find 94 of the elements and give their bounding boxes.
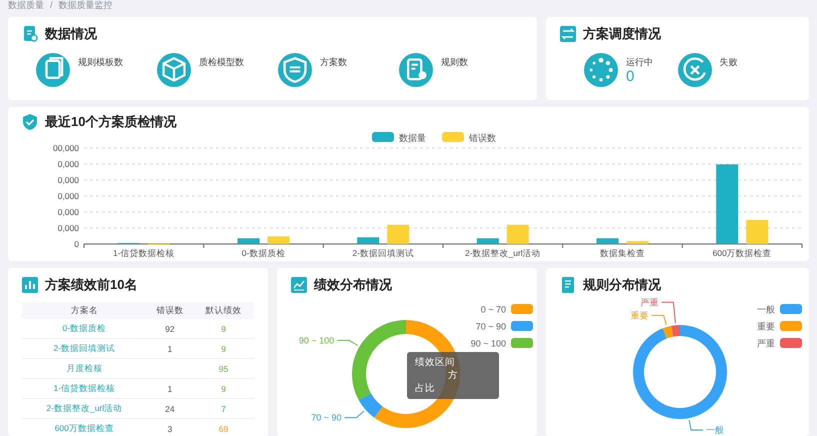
legend-swatch[interactable] [372,132,394,142]
card-title: 最近10个方案质检情况 [45,113,176,131]
y-axis-label: 0,000 [58,175,79,185]
table-cell: 3 [167,424,172,434]
slice-label: 70 ~ 90 [311,412,342,423]
bar-chart-icon [22,277,38,293]
shield-check-icon [22,114,38,130]
legend-label[interactable]: 0 ~ 70 [480,304,506,314]
line-chart-icon [291,277,307,293]
tooltip-text: 占比 [415,382,435,395]
x-axis-label: 2-数据回填测试 [352,248,414,258]
table-cell: 1 [167,344,172,354]
score-value: 9 [221,384,226,394]
x-axis-label: 1-信贷数据检核 [113,248,175,258]
table-cell: 24 [165,404,175,414]
legend-label[interactable]: 重要 [757,322,775,332]
card-title: 数据情况 [45,25,97,43]
y-axis-label: 0,000 [58,223,79,233]
breadcrumb-item[interactable]: 数据质量 [8,0,44,12]
bar [476,238,499,244]
card-title: 方案绩效前10名 [45,276,138,294]
donut-slice[interactable] [633,325,727,419]
y-axis-label: 0,000 [58,159,79,169]
x-axis-label: 2-数据整改_url活动 [464,248,541,258]
score-value: 95 [218,364,228,374]
loading-dots-icon [584,53,618,87]
score-value: 69 [218,424,228,434]
leader-line [344,410,364,418]
score-value: 9 [221,344,226,354]
bar [746,220,768,244]
table-cell: 1 [167,384,172,394]
stat-label: 方案数 [320,56,347,69]
stat-label: 规则数 [441,56,468,69]
stat-label: 失败 [720,56,738,69]
column-header: 默认绩效 [193,302,254,319]
score-value: 7 [221,404,226,414]
legend-label[interactable]: 一般 [757,304,775,314]
donut-slice[interactable] [358,393,382,418]
legend-swatch[interactable] [780,304,802,314]
legend-swatch[interactable] [511,338,533,348]
shield-icon [278,53,312,87]
legend-label[interactable]: 错误数 [469,133,496,143]
stat-value: 0 [626,69,636,85]
leader-line [688,420,704,430]
bar [238,238,260,244]
card-title: 方案调度情况 [583,25,661,43]
y-axis-label: 0,000 [58,191,79,201]
legend-label[interactable]: 70 ~ 90 [476,322,506,332]
breadcrumb-item: 数据质量监控 [58,0,113,12]
stat-label: 运行中 [626,56,653,69]
y-axis-label: 0 [74,239,79,249]
stat-label: 规则模板数 [78,56,123,69]
bar [357,237,380,244]
tooltip-text: 绩效区间 [415,356,455,369]
bar [626,241,648,244]
bar [387,224,410,244]
y-axis-label: 0,000 [58,207,79,217]
donut-slice[interactable] [671,325,680,337]
donut-slice[interactable] [662,326,674,339]
circled-x-icon [678,53,712,87]
bar [268,236,290,244]
breadcrumb-separator: / [50,0,53,10]
slice-label: 一般 [706,424,724,435]
score-value: 9 [221,324,226,334]
stat-label: 质检模型数 [199,56,244,69]
card-title: 规则分布情况 [583,276,661,294]
cube-icon [157,53,191,87]
document-search-icon [22,26,38,42]
slice-label: 重要 [630,310,649,320]
x-axis-label: 数据集检查 [600,248,645,258]
column-header: 方案名 [22,302,147,319]
table-cell: 92 [165,324,175,334]
tooltip-text: 方 [448,369,458,382]
x-axis-label: 600万数据检查 [712,248,772,258]
card-title: 绩效分布情况 [314,276,392,294]
slice-label: 90 ~ 100 [298,335,334,346]
legend-label[interactable]: 90 ~ 100 [470,338,506,348]
column-header: 错误数 [146,302,194,319]
legend-swatch[interactable] [780,338,802,348]
legend-label[interactable]: 严重 [757,338,775,348]
stacked-pages-icon [36,53,70,87]
legend-swatch[interactable] [780,321,802,331]
legend-swatch[interactable] [511,321,533,331]
legend-label[interactable]: 数据量 [399,133,426,143]
legend-swatch[interactable] [511,304,533,314]
swap-arrows-icon [560,26,576,42]
x-axis-label: 0-数据质检 [242,248,286,258]
legend-swatch[interactable] [442,132,464,142]
bar [596,238,618,244]
leader-line [336,340,358,346]
slice-label: 严重 [640,297,658,308]
y-axis-label: 00,000 [53,143,79,153]
bar [506,224,529,244]
document-icon [560,277,576,293]
